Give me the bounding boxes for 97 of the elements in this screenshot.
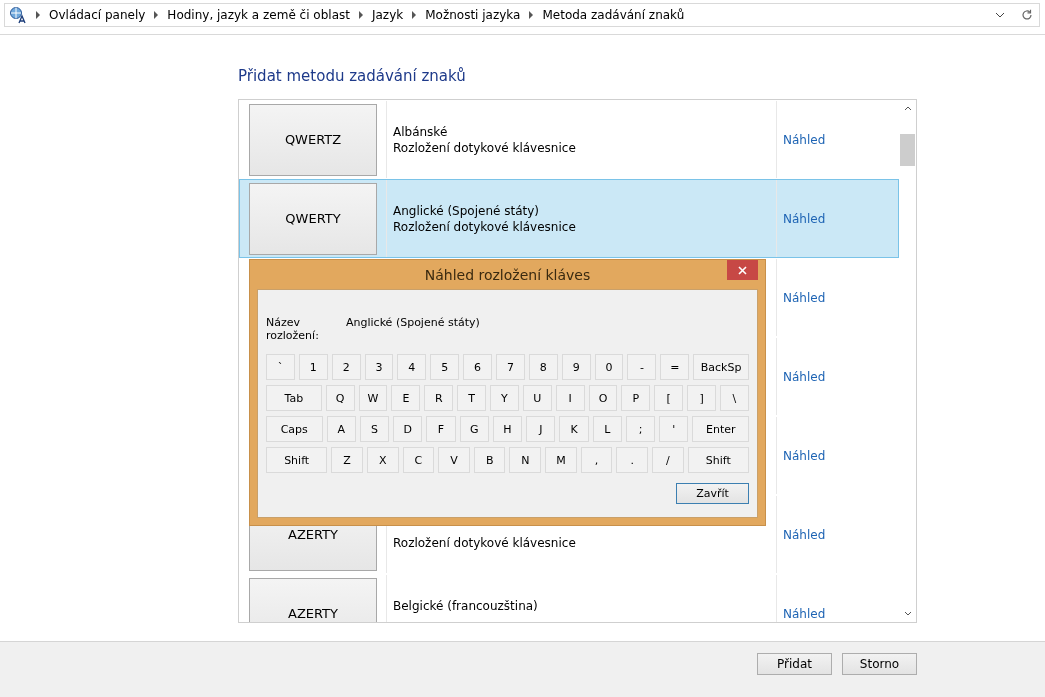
keyboard-key: BackSp	[693, 354, 749, 380]
keyboard-key: 6	[463, 354, 492, 380]
keyboard-key: X	[366, 447, 399, 473]
keyboard-key: 3	[364, 354, 394, 380]
method-description: Rozložení dotykové klávesnice	[393, 139, 577, 156]
keyboard-key: Enter	[692, 416, 749, 442]
layout-name-value: Anglické (Spojené státy)	[346, 316, 480, 331]
chevron-icon	[153, 11, 160, 19]
preview-link[interactable]: Náhled	[783, 606, 826, 621]
keyboard-key: L	[592, 416, 622, 442]
keyboard-key: ;	[625, 416, 656, 442]
keyboard-key: H	[492, 416, 523, 442]
keyboard-key: V	[438, 447, 470, 473]
keyboard-key: E	[391, 385, 421, 411]
language-icon	[9, 6, 27, 24]
preview-link[interactable]: Náhled	[783, 448, 826, 463]
keyboard-key: Y	[490, 385, 519, 411]
keyboard-key: 1	[298, 354, 328, 380]
keyboard-key: 5	[430, 354, 460, 380]
preview-link[interactable]: Náhled	[783, 132, 826, 147]
keyboard-key: Tab	[266, 385, 322, 411]
keyboard-key: -	[627, 354, 657, 380]
preview-link[interactable]: Náhled	[783, 211, 826, 226]
scroll-up-icon[interactable]	[903, 106, 912, 111]
keyboard-key: O	[588, 385, 618, 411]
close-button[interactable]	[727, 260, 758, 280]
keyboard-key: R	[424, 385, 454, 411]
keyboard-key: N	[509, 447, 542, 473]
scrollbar-thumb[interactable]	[900, 134, 915, 166]
chevron-icon	[357, 11, 364, 19]
method-row[interactable]: QWERTY Anglické (Spojené státy) Rozložení dotykové klávesnice Náhled	[239, 179, 899, 258]
keyboard-key: 7	[496, 354, 525, 380]
keyboard-key: P	[621, 385, 651, 411]
keyboard-key: 8	[528, 354, 558, 380]
method-description: Rozložení dotykové klávesnice	[393, 218, 577, 235]
keyboard-key: J	[526, 416, 556, 442]
keyboard-key: A	[326, 416, 356, 442]
close-dialog-button[interactable]: Zavřít	[676, 483, 749, 504]
keyboard-key: /	[652, 447, 684, 473]
keyboard-key: W	[358, 385, 388, 411]
close-icon	[738, 265, 747, 275]
keyboard-key: S	[359, 416, 390, 442]
keyboard-key: F	[426, 416, 456, 442]
keyboard-key: Q	[325, 385, 355, 411]
chevron-icon	[35, 11, 41, 19]
keyboard-key: \	[720, 385, 749, 411]
footer-button[interactable]: Přidat	[757, 653, 832, 675]
breadcrumb-item[interactable]: Hodiny, jazyk a země či oblast	[167, 8, 350, 22]
keyboard-key: C	[402, 447, 435, 473]
layout-tile[interactable]: AZERTY	[249, 577, 377, 622]
page-heading: Přidat metodu zadávání znaků	[238, 67, 467, 85]
scroll-down-icon[interactable]	[903, 611, 912, 616]
breadcrumb-item[interactable]: Metoda zadávání znaků	[542, 8, 685, 22]
method-description: Rozložení dotykové klávesnice	[393, 534, 577, 551]
preview-link[interactable]: Náhled	[783, 290, 826, 305]
footer-button[interactable]: Storno	[842, 653, 917, 675]
address-bar[interactable]: Ovládací panely Hodiny, jazyk a země či oblast Jazyk Možnosti jazyka Metoda zadávání znaků	[4, 3, 1040, 27]
keyboard-key: B	[473, 447, 506, 473]
keyboard-key: U	[522, 385, 552, 411]
keyboard-key: .	[616, 447, 649, 473]
breadcrumb-item[interactable]: Jazyk	[371, 8, 404, 22]
chevron-icon	[528, 11, 535, 19]
keyboard-key: T	[457, 385, 487, 411]
refresh-icon[interactable]	[1021, 9, 1033, 21]
keyboard-key: 0	[594, 354, 624, 380]
keyboard-key: =	[660, 354, 690, 380]
keyboard-key: ,	[580, 447, 613, 473]
keyboard-key: `	[266, 354, 295, 380]
method-name: Albánské	[393, 123, 449, 140]
layout-tile[interactable]: QWERTY	[249, 182, 377, 255]
keyboard-key: K	[559, 416, 589, 442]
layout-tile[interactable]: QWERTZ	[249, 103, 377, 176]
keyboard-key: I	[555, 385, 585, 411]
method-name: Anglické (Spojené státy)	[393, 202, 540, 219]
breadcrumb-item[interactable]: Ovládací panely	[49, 8, 146, 22]
keyboard-key: 4	[397, 354, 427, 380]
dropdown-icon[interactable]	[995, 12, 1005, 18]
keyboard-key: Caps	[266, 416, 323, 442]
layout-name-label: Název rozložení:	[266, 316, 320, 342]
keyboard-key: ]	[687, 385, 717, 411]
keyboard-key: Z	[331, 447, 363, 473]
keyboard-key: Shift	[266, 447, 328, 473]
method-name: Belgické (francouzština)	[393, 597, 539, 614]
method-row[interactable]: QWERTZ Albánské Rozložení dotykové klávesnice Náhled	[239, 100, 899, 179]
chevron-icon	[411, 11, 418, 19]
keyboard-key: [	[654, 385, 684, 411]
preview-link[interactable]: Náhled	[783, 527, 826, 542]
keyboard-key: D	[393, 416, 423, 442]
dialog-title: Náhled rozložení kláves	[424, 266, 591, 283]
preview-link[interactable]: Náhled	[783, 369, 826, 384]
keyboard-key: '	[659, 416, 689, 442]
keyboard-key: G	[459, 416, 489, 442]
keyboard-key: 2	[331, 354, 361, 380]
keyboard-key: 9	[561, 354, 591, 380]
keyboard-key: Shift	[687, 447, 749, 473]
breadcrumb-item[interactable]: Možnosti jazyka	[425, 8, 521, 22]
keyboard-key: M	[545, 447, 577, 473]
